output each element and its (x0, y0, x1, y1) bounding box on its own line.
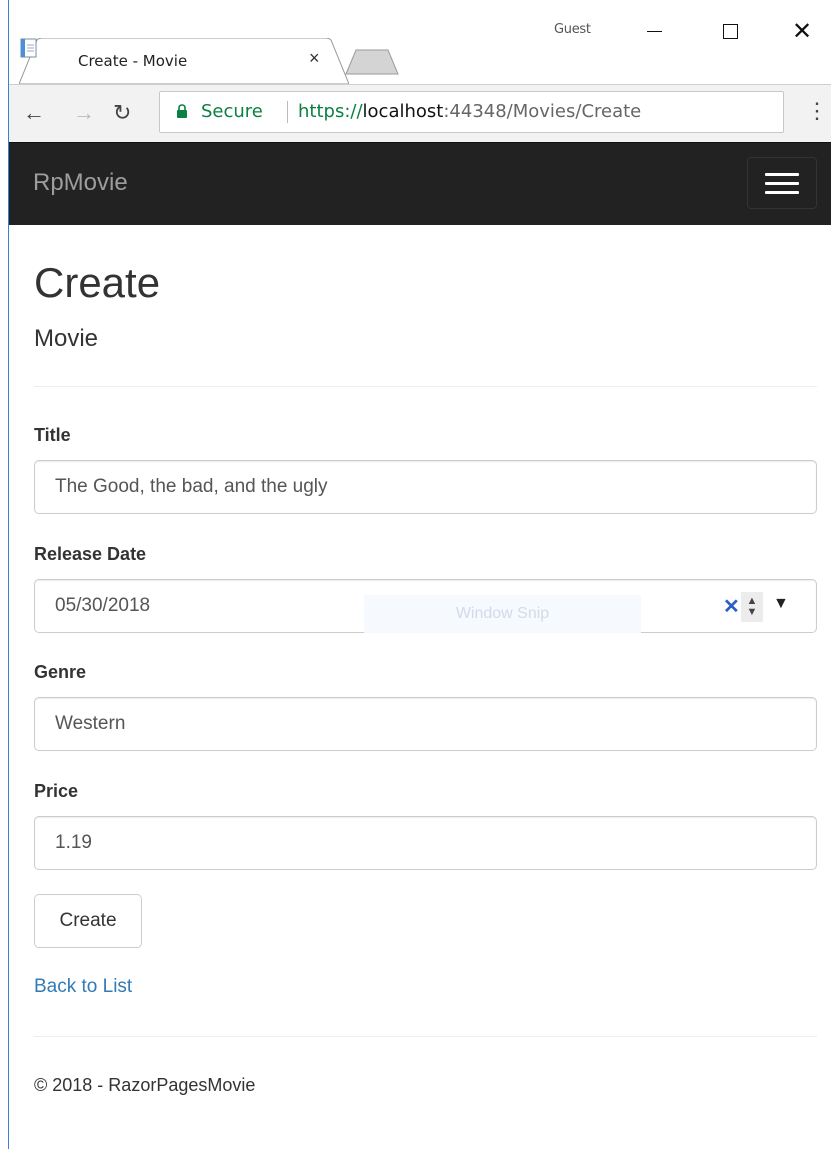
page-subtitle: Movie (34, 325, 99, 352)
tab-title: Create - Movie (78, 52, 188, 70)
genre-label: Genre (34, 662, 87, 682)
new-tab-button[interactable] (342, 48, 402, 76)
tab-close-icon[interactable]: × (309, 48, 320, 69)
footer-text: © 2018 - RazorPagesMovie (34, 1075, 256, 1095)
reload-icon[interactable]: ↻ (113, 100, 131, 126)
release-date-label: Release Date (34, 544, 147, 564)
url-scheme: https:// (298, 101, 363, 122)
title-bar: Create - Movie × Guest ✕ (9, 0, 831, 84)
window-snip-overlay: Window Snip (364, 595, 641, 633)
site-navbar: RpMovie (9, 142, 831, 225)
menu-dots-icon[interactable]: ⋮ (806, 98, 828, 124)
maximize-icon[interactable] (707, 14, 753, 48)
hamburger-bar (765, 172, 799, 176)
date-spinner-icon[interactable]: ▲ ▼ (741, 592, 763, 622)
price-label: Price (34, 781, 79, 801)
profile-label[interactable]: Guest (554, 22, 591, 37)
spin-down-icon[interactable]: ▼ (747, 607, 758, 618)
url-host: localhost (362, 101, 444, 122)
divider (34, 386, 817, 387)
footer-divider (34, 1036, 817, 1037)
back-to-list-link[interactable]: Back to List (34, 976, 132, 998)
price-input-value: 1.19 (55, 832, 92, 853)
title-input[interactable]: The Good, the bad, and the ugly (34, 460, 817, 514)
release-date-value: 05/30/2018 (55, 595, 151, 616)
security-label: Secure (201, 101, 263, 122)
price-input[interactable]: 1.19 (34, 816, 817, 870)
url-text[interactable]: https://localhost:44348/Movies/Create (298, 101, 641, 122)
back-arrow-icon[interactable]: ← (23, 100, 45, 126)
address-bar[interactable]: Secure https://localhost:44348/Movies/Cr… (159, 91, 784, 133)
hamburger-menu-button[interactable] (747, 157, 817, 209)
address-separator (287, 101, 288, 123)
hamburger-bar (765, 190, 799, 194)
title-input-value: The Good, the bad, and the ugly (55, 476, 328, 497)
hamburger-bar (765, 181, 799, 185)
genre-input-value: Western (55, 713, 126, 734)
page-icon (20, 38, 37, 58)
lock-icon (177, 104, 187, 118)
genre-input[interactable]: Western (34, 697, 817, 751)
minimize-icon[interactable] (631, 14, 677, 48)
browser-window: Create - Movie × Guest ✕ ← → ↻ Secure ht… (8, 0, 831, 1149)
create-button[interactable]: Create (34, 894, 142, 948)
title-label: Title (34, 425, 71, 445)
close-icon[interactable]: ✕ (779, 14, 825, 48)
navbar-brand[interactable]: RpMovie (33, 169, 128, 197)
browser-tab[interactable]: Create - Movie × (19, 38, 349, 84)
url-path: :44348/Movies/Create (443, 101, 642, 122)
browser-toolbar: ← → ↻ Secure https://localhost:44348/Mov… (9, 84, 831, 143)
page-title: Create (34, 259, 161, 306)
date-dropdown-icon[interactable]: ▼ (773, 595, 789, 613)
clear-date-icon[interactable]: ✕ (723, 594, 740, 619)
forward-arrow-icon[interactable]: → (73, 100, 95, 126)
